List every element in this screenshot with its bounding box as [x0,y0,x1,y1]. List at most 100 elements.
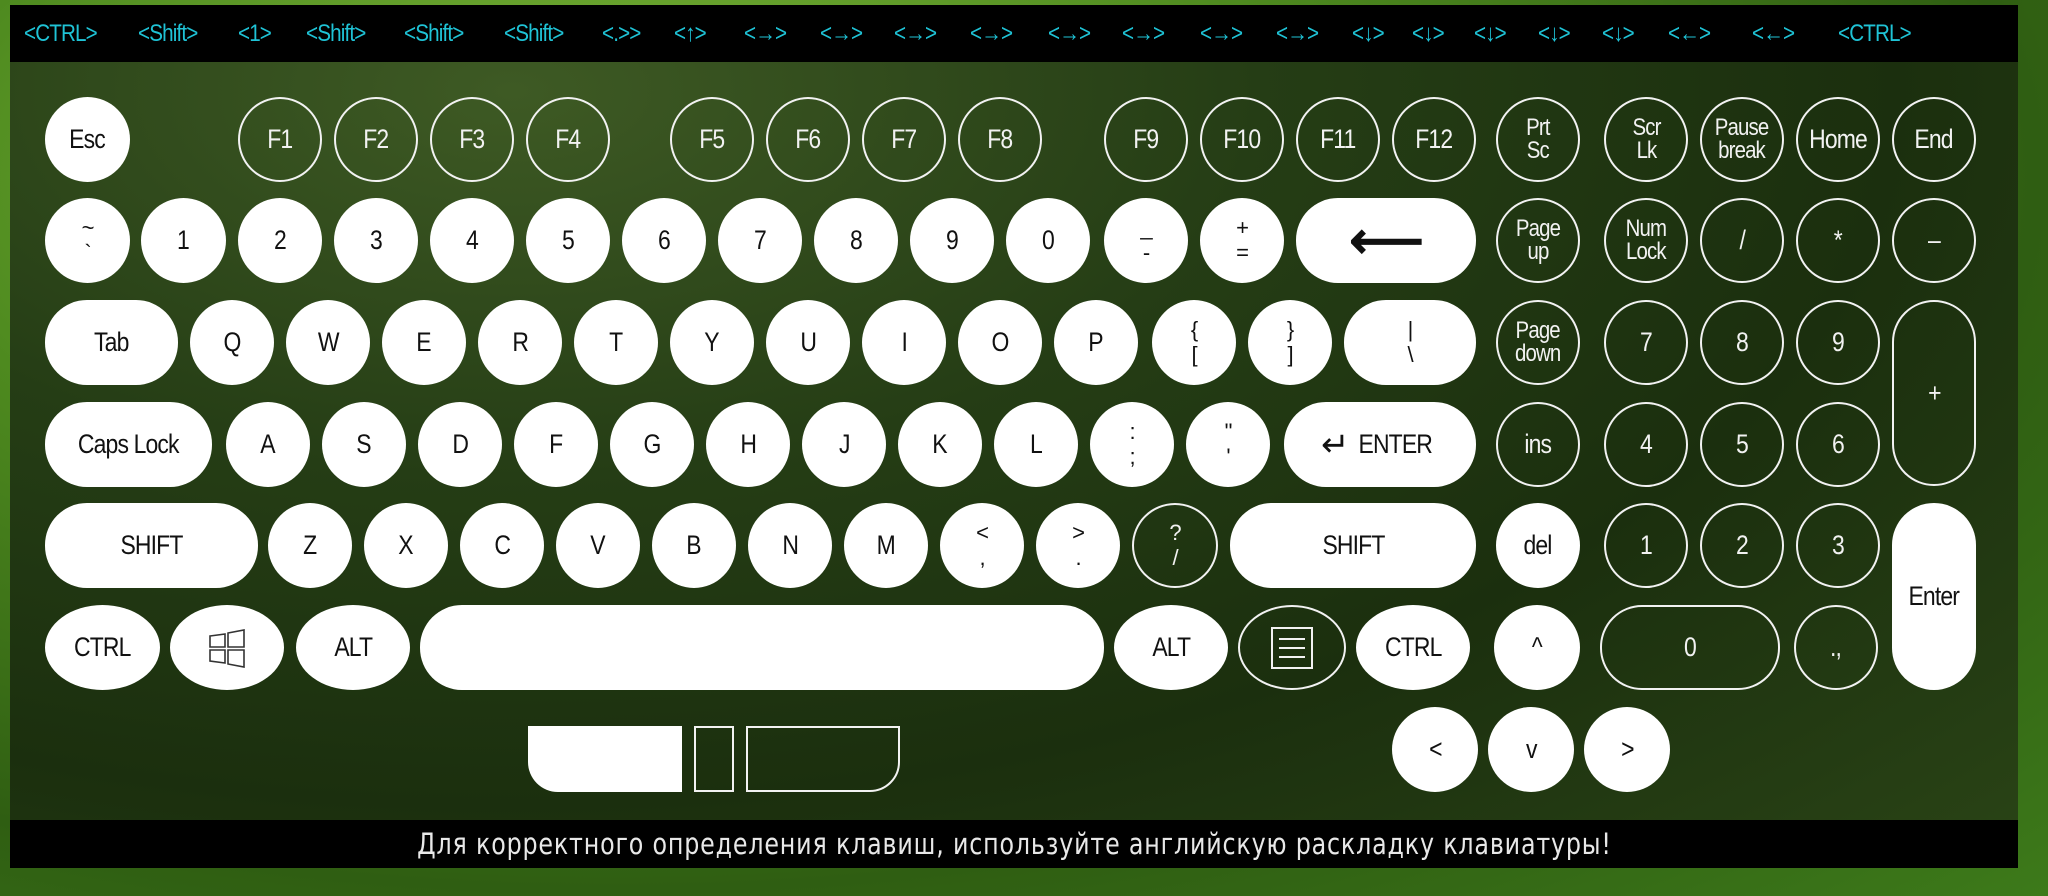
key-f4[interactable]: F4 [526,97,610,182]
key-np8[interactable]: 8 [1700,300,1784,385]
key-i[interactable]: I [862,300,946,385]
key-z[interactable]: Z [268,503,352,588]
key-pagedown[interactable]: Page down [1496,300,1580,385]
key-q[interactable]: Q [190,300,274,385]
key-r[interactable]: R [478,300,562,385]
mouse-middle-button[interactable] [694,726,734,792]
key-period[interactable]: >. [1036,503,1120,588]
key-t[interactable]: T [574,300,658,385]
key-d7[interactable]: 7 [718,198,802,283]
key-lshift[interactable]: SHIFT [45,503,258,588]
key-numlock[interactable]: Num Lock [1604,198,1688,283]
key-d3[interactable]: 3 [334,198,418,283]
key-menu[interactable] [1238,605,1346,690]
key-pause[interactable]: Pause break [1700,97,1784,182]
key-d[interactable]: D [418,402,502,487]
key-rbracket[interactable]: }] [1248,300,1332,385]
key-lctrl[interactable]: CTRL [45,605,160,690]
key-p[interactable]: P [1054,300,1138,385]
key-slash[interactable]: ? / [1132,503,1218,588]
key-d8[interactable]: 8 [814,198,898,283]
key-s[interactable]: S [322,402,406,487]
key-f2[interactable]: F2 [334,97,418,182]
key-np1[interactable]: 1 [1604,503,1688,588]
key-tilde[interactable]: ~ ` [45,198,130,283]
key-win[interactable] [170,605,284,690]
key-scrlk[interactable]: Scr Lk [1604,97,1688,182]
key-ralt[interactable]: ALT [1114,605,1228,690]
key-np4[interactable]: 4 [1604,402,1688,487]
key-f12[interactable]: F12 [1392,97,1476,182]
key-y[interactable]: Y [670,300,754,385]
key-d9[interactable]: 9 [910,198,994,283]
key-x[interactable]: X [364,503,448,588]
key-np3[interactable]: 3 [1796,503,1880,588]
key-tab[interactable]: Tab [45,300,178,385]
key-left[interactable]: < [1392,707,1478,792]
key-f7[interactable]: F7 [862,97,946,182]
key-down[interactable]: v [1488,707,1574,792]
mouse-left-button[interactable] [528,726,682,792]
key-np-add[interactable]: + [1892,300,1976,486]
key-np9[interactable]: 9 [1796,300,1880,385]
key-np2[interactable]: 2 [1700,503,1784,588]
key-rshift[interactable]: SHIFT [1230,503,1476,588]
key-np-sub[interactable]: – [1892,198,1976,283]
key-quote[interactable]: " ' [1186,402,1270,487]
key-end[interactable]: End [1892,97,1976,182]
mouse-right-button[interactable] [746,726,900,792]
key-np7[interactable]: 7 [1604,300,1688,385]
key-minus[interactable]: _ - [1104,198,1188,283]
key-h[interactable]: H [706,402,790,487]
key-np-mul[interactable]: * [1796,198,1880,283]
key-semicolon[interactable]: :; [1090,402,1174,487]
key-del[interactable]: del [1496,503,1580,588]
key-d2[interactable]: 2 [238,198,322,283]
key-caps[interactable]: Caps Lock [45,402,212,487]
key-np-enter[interactable]: Enter [1892,503,1976,690]
key-a[interactable]: A [226,402,310,487]
key-w[interactable]: W [286,300,370,385]
key-enter[interactable]: ↵ ENTER [1284,402,1476,487]
key-pageup[interactable]: Page up [1496,198,1580,283]
key-k[interactable]: K [898,402,982,487]
key-f5[interactable]: F5 [670,97,754,182]
key-esc[interactable]: Esc [45,97,130,182]
key-e[interactable]: E [382,300,466,385]
key-np0[interactable]: 0 [1600,605,1780,690]
key-space[interactable] [420,605,1104,690]
key-f6[interactable]: F6 [766,97,850,182]
key-rctrl[interactable]: CTRL [1356,605,1470,690]
key-up[interactable]: ^ [1494,605,1580,690]
key-g[interactable]: G [610,402,694,487]
key-np5[interactable]: 5 [1700,402,1784,487]
key-f8[interactable]: F8 [958,97,1042,182]
key-home[interactable]: Home [1796,97,1880,182]
key-n[interactable]: N [748,503,832,588]
key-np-div[interactable]: / [1700,198,1784,283]
key-c[interactable]: C [460,503,544,588]
key-f10[interactable]: F10 [1200,97,1284,182]
key-o[interactable]: O [958,300,1042,385]
key-l[interactable]: L [994,402,1078,487]
key-f11[interactable]: F11 [1296,97,1380,182]
key-f1[interactable]: F1 [238,97,322,182]
key-prtsc[interactable]: Prt Sc [1496,97,1580,182]
key-b[interactable]: B [652,503,736,588]
key-v[interactable]: V [556,503,640,588]
key-d5[interactable]: 5 [526,198,610,283]
key-lalt[interactable]: ALT [296,605,410,690]
key-d6[interactable]: 6 [622,198,706,283]
key-backslash[interactable]: | \ [1344,300,1476,385]
key-u[interactable]: U [766,300,850,385]
key-d0[interactable]: 0 [1006,198,1090,283]
key-m[interactable]: M [844,503,928,588]
key-ins[interactable]: ins [1496,402,1580,487]
key-f9[interactable]: F9 [1104,97,1188,182]
key-f[interactable]: F [514,402,598,487]
key-np-dec[interactable]: ., [1794,605,1878,690]
key-np6[interactable]: 6 [1796,402,1880,487]
key-j[interactable]: J [802,402,886,487]
key-d4[interactable]: 4 [430,198,514,283]
key-lbracket[interactable]: {[ [1152,300,1236,385]
